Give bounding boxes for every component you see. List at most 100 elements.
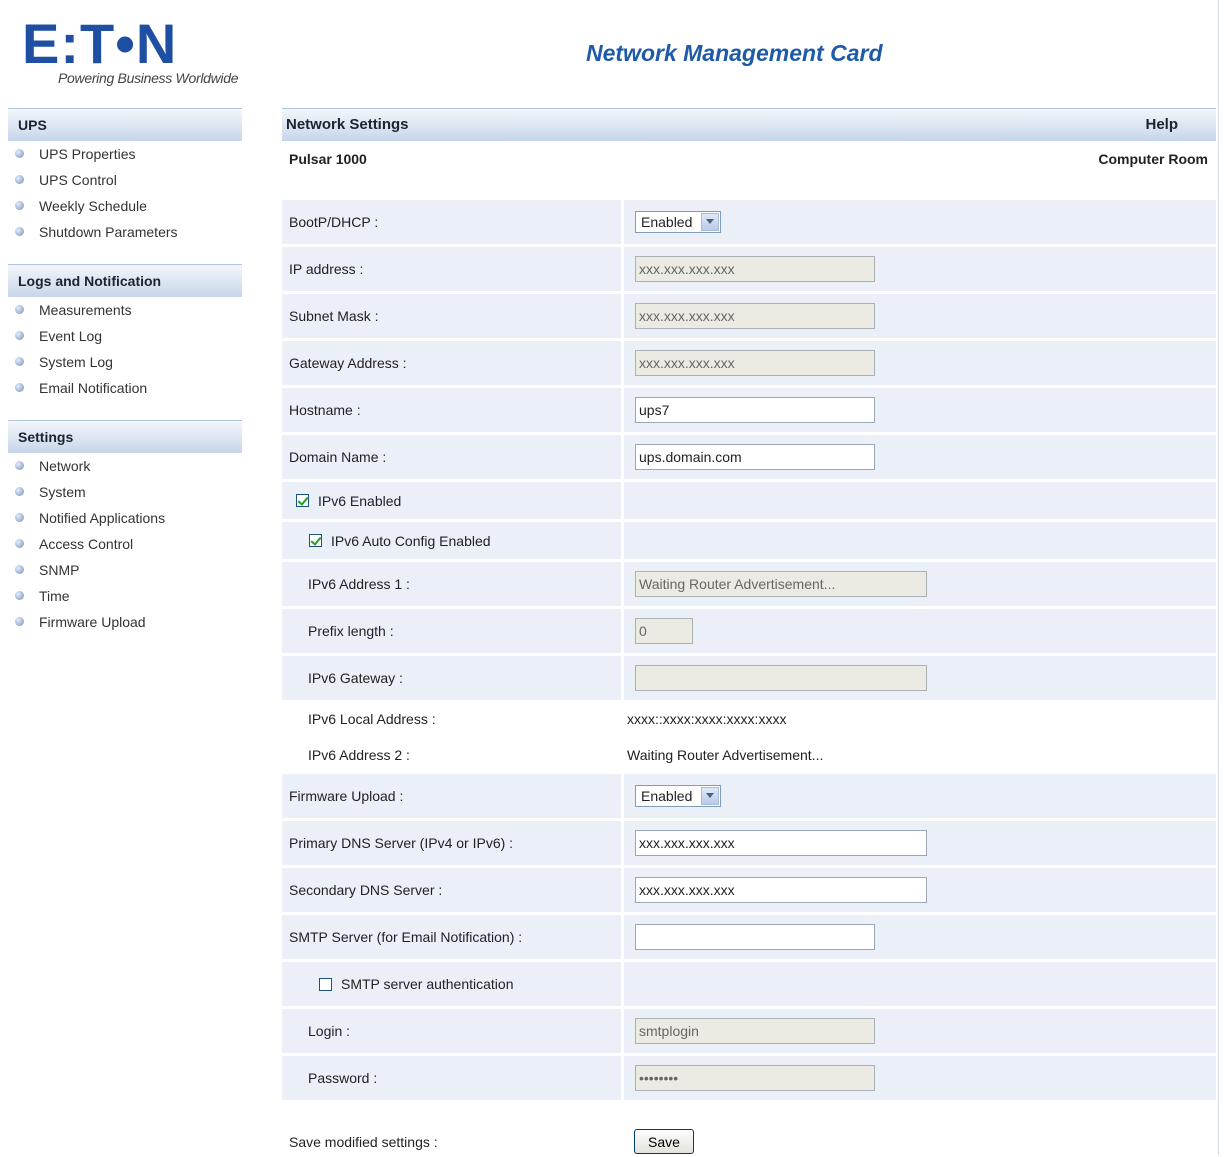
smtp-auth-checkbox[interactable]: [319, 977, 332, 991]
ipv6-local-label: IPv6 Local Address :: [282, 703, 621, 735]
subnet-label: Subnet Mask :: [282, 294, 621, 338]
password-input[interactable]: [635, 1065, 875, 1091]
eaton-logo: E:T•N Powering Business Worldwide: [16, 14, 246, 94]
bullet-icon: [15, 565, 24, 574]
sidebar-item-email-notification[interactable]: Email Notification: [8, 375, 242, 401]
ipv6-address2-value: Waiting Router Advertisement...: [624, 738, 1216, 771]
row-smtp-auth: SMTP server authentication: [282, 962, 1216, 1009]
row-gateway: Gateway Address :: [282, 341, 1216, 388]
bullet-icon: [15, 487, 24, 496]
row-ipv6-auto: IPv6 Auto Config Enabled: [282, 522, 1216, 562]
row-prefix: Prefix length :: [282, 609, 1216, 656]
domain-name-input[interactable]: [635, 444, 875, 470]
bullet-icon: [15, 149, 24, 158]
bullet-icon: [15, 201, 24, 210]
sidebar-section-logs: Logs and Notification Measurements Event…: [8, 264, 242, 401]
ipv6-enabled-label: IPv6 Enabled: [318, 492, 402, 509]
device-location: Computer Room: [1098, 151, 1208, 167]
password-label: Password :: [282, 1056, 621, 1100]
gateway-address-input[interactable]: [635, 350, 875, 376]
sidebar-item-network[interactable]: Network: [8, 453, 242, 479]
sidebar-item-system-log[interactable]: System Log: [8, 349, 242, 375]
ipv6-address1-label: IPv6 Address 1 :: [282, 562, 621, 606]
sidebar-header-settings: Settings: [8, 420, 242, 453]
sidebar-section-settings: Settings Network System Notified Applica…: [8, 420, 242, 635]
bootp-select[interactable]: Enabled: [635, 211, 721, 233]
sidebar-item-access-control[interactable]: Access Control: [8, 531, 242, 557]
ip-label: IP address :: [282, 247, 621, 291]
sidebar-item-ups-properties[interactable]: UPS Properties: [8, 141, 242, 167]
app-title: Network Management Card: [586, 40, 883, 66]
ipv6-gateway-input[interactable]: [635, 665, 927, 691]
bullet-icon: [15, 227, 24, 236]
hostname-input[interactable]: [635, 397, 875, 423]
network-settings-form: BootP/DHCP : Enabled IP address : Subnet…: [282, 200, 1216, 1103]
sidebar-item-firmware-upload[interactable]: Firmware Upload: [8, 609, 242, 635]
sidebar-item-snmp[interactable]: SNMP: [8, 557, 242, 583]
bullet-icon: [15, 461, 24, 470]
bootp-label: BootP/DHCP :: [282, 200, 621, 244]
row-bootp: BootP/DHCP : Enabled: [282, 200, 1216, 247]
row-dns1: Primary DNS Server (IPv4 or IPv6) :: [282, 821, 1216, 868]
bullet-icon: [15, 175, 24, 184]
secondary-dns-input[interactable]: [635, 877, 927, 903]
row-domain: Domain Name :: [282, 435, 1216, 482]
help-link[interactable]: Help: [1145, 109, 1178, 141]
bullet-icon: [15, 331, 24, 340]
sidebar-item-weekly-schedule[interactable]: Weekly Schedule: [8, 193, 242, 219]
login-label: Login :: [282, 1009, 621, 1053]
device-name: Pulsar 1000: [289, 151, 367, 167]
ipv6-auto-config-label: IPv6 Auto Config Enabled: [331, 532, 491, 549]
smtp-auth-label: SMTP server authentication: [341, 976, 514, 992]
ipv6-local-value: xxxx::xxxx:xxxx:xxxx:xxxx: [624, 703, 1216, 735]
sidebar-item-system[interactable]: System: [8, 479, 242, 505]
firmware-upload-label: Firmware Upload :: [282, 774, 621, 818]
sidebar-item-shutdown-parameters[interactable]: Shutdown Parameters: [8, 219, 242, 245]
bullet-icon: [15, 617, 24, 626]
row-login: Login :: [282, 1009, 1216, 1056]
row-ipv6-addr2: IPv6 Address 2 : Waiting Router Advertis…: [282, 738, 1216, 774]
row-hostname: Hostname :: [282, 388, 1216, 435]
ip-address-input[interactable]: [635, 256, 875, 282]
sidebar-section-ups: UPS UPS Properties UPS Control Weekly Sc…: [8, 108, 242, 245]
ipv6-auto-config-checkbox[interactable]: [309, 534, 322, 547]
bullet-icon: [15, 357, 24, 366]
logo-wordmark: E:T•N: [22, 12, 178, 75]
sidebar-item-measurements[interactable]: Measurements: [8, 297, 242, 323]
sidebar-item-time[interactable]: Time: [8, 583, 242, 609]
bullet-icon: [15, 383, 24, 392]
panel-title: Network Settings: [286, 116, 409, 133]
save-row: Save modified settings : Save: [282, 1129, 1216, 1157]
bullet-icon: [15, 305, 24, 314]
sidebar-item-notified-applications[interactable]: Notified Applications: [8, 505, 242, 531]
primary-dns-label: Primary DNS Server (IPv4 or IPv6) :: [282, 821, 621, 865]
primary-dns-input[interactable]: [635, 830, 927, 856]
panel-header: Network Settings Help: [282, 108, 1216, 141]
bullet-icon: [15, 513, 24, 522]
ipv6-gateway-label: IPv6 Gateway :: [282, 656, 621, 700]
ipv6-enabled-checkbox[interactable]: [296, 494, 309, 507]
row-ipv6-addr1: IPv6 Address 1 :: [282, 562, 1216, 609]
firmware-upload-select[interactable]: Enabled: [635, 785, 721, 807]
save-button[interactable]: Save: [634, 1129, 694, 1154]
subnet-mask-input[interactable]: [635, 303, 875, 329]
domain-label: Domain Name :: [282, 435, 621, 479]
row-firmware-upload: Firmware Upload : Enabled: [282, 774, 1216, 821]
row-dns2: Secondary DNS Server :: [282, 868, 1216, 915]
sidebar-item-event-log[interactable]: Event Log: [8, 323, 242, 349]
smtp-server-input[interactable]: [635, 924, 875, 950]
bullet-icon: [15, 539, 24, 548]
sidebar-header-logs: Logs and Notification: [8, 264, 242, 297]
prefix-length-input[interactable]: [635, 618, 693, 644]
row-ipv6-gateway: IPv6 Gateway :: [282, 656, 1216, 703]
row-subnet: Subnet Mask :: [282, 294, 1216, 341]
logo-tagline: Powering Business Worldwide: [58, 70, 239, 86]
sidebar-item-ups-control[interactable]: UPS Control: [8, 167, 242, 193]
login-input[interactable]: [635, 1018, 875, 1044]
main-panel: Network Settings Help Pulsar 1000 Comput…: [282, 108, 1216, 1154]
ipv6-address1-input[interactable]: [635, 571, 927, 597]
prefix-length-label: Prefix length :: [282, 609, 621, 653]
row-ipv6-local: IPv6 Local Address : xxxx::xxxx:xxxx:xxx…: [282, 703, 1216, 738]
bullet-icon: [15, 591, 24, 600]
gateway-label: Gateway Address :: [282, 341, 621, 385]
